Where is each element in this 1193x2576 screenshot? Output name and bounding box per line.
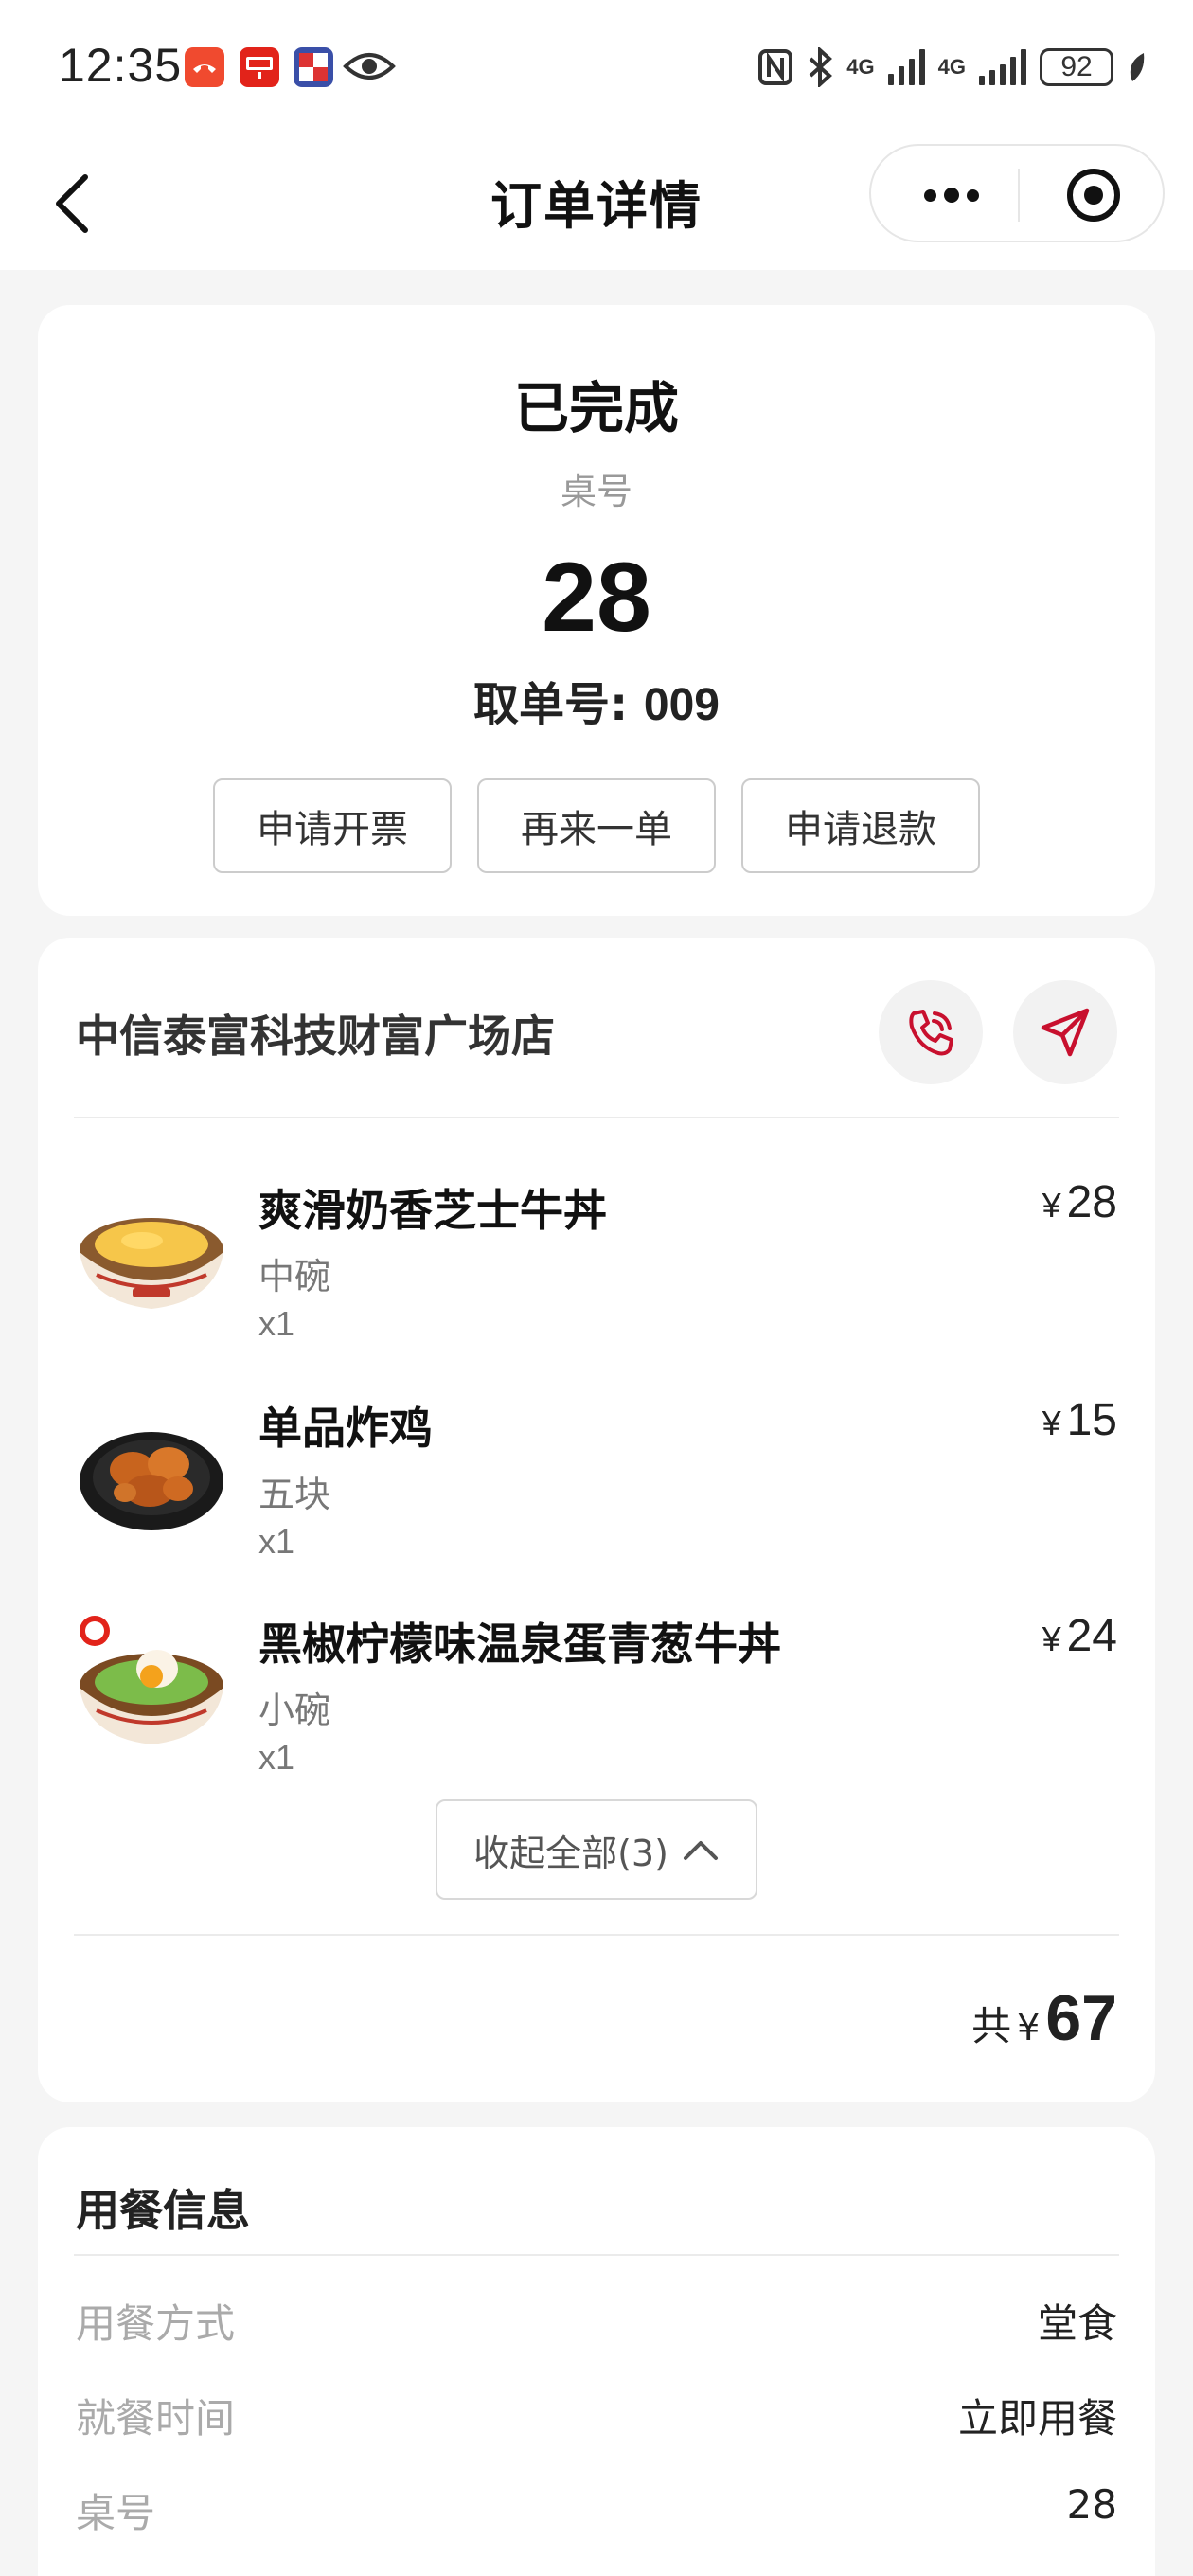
info-row-dining-time: 就餐时间 立即用餐 (76, 2387, 1117, 2443)
collapse-label: 收起全部(3) (473, 1832, 668, 1874)
network-label-1: 4G (846, 55, 875, 79)
order-status-card: 已完成 桌号 28 取单号: 009 申请开票 再来一单 申请退款 (38, 305, 1155, 916)
pickup-number: 取单号: 009 (38, 667, 1155, 733)
item-spec: 小碗 (258, 1690, 331, 1731)
total-currency: ¥ (1017, 2007, 1041, 2048)
nav-bar: 订单详情 (0, 137, 1193, 270)
reorder-button[interactable]: 再来一单 (477, 778, 716, 873)
currency-symbol: ¥ (1042, 1404, 1061, 1442)
divider (74, 1934, 1119, 1936)
order-item: 单品炸鸡 五块 x1 ¥15 (38, 1394, 1155, 1602)
dining-info-title: 用餐信息 (76, 2185, 250, 2236)
order-detail-card: 中信泰富科技财富广场店 爽滑奶香芝士牛丼 中碗 x1 ¥28 单品炸鸡 五块 x… (38, 938, 1155, 2102)
eye-icon (343, 47, 396, 85)
fried-chicken-image (76, 1394, 227, 1546)
target-close-icon (1067, 169, 1120, 222)
item-price-value: 28 (1066, 1177, 1117, 1227)
info-key: 用餐方式 (76, 2300, 236, 2347)
item-price-value: 15 (1066, 1395, 1117, 1445)
status-time: 12:35 (59, 39, 183, 92)
nfc-icon (758, 49, 793, 85)
divider (74, 1117, 1119, 1118)
info-row-table-number: 桌号 28 (76, 2481, 1117, 2538)
capsule-divider (1018, 169, 1020, 222)
cheese-beef-bowl-image (76, 1176, 227, 1328)
order-state: 已完成 (513, 376, 679, 440)
call-store-button[interactable] (879, 980, 983, 1084)
signal-icon-1 (887, 49, 925, 85)
order-total: 共 ¥ 67 (971, 1981, 1117, 2055)
item-quantity: x1 (258, 1304, 295, 1343)
table-label: 桌号 (560, 471, 632, 512)
item-name: 单品炸鸡 (258, 1403, 433, 1454)
battery-level: 92 (1060, 51, 1093, 82)
info-value: 立即用餐 (957, 2395, 1117, 2442)
divider (74, 2254, 1119, 2256)
info-key: 桌号 (76, 2490, 156, 2536)
total-label: 共 (971, 2003, 1012, 2049)
info-value: 堂食 (1037, 2300, 1117, 2347)
request-invoice-button[interactable]: 申请开票 (213, 778, 452, 873)
more-button[interactable] (914, 165, 989, 225)
status-bar: 12:35 4G 4G 92 (0, 0, 1193, 137)
chevron-up-icon (683, 1841, 718, 1860)
news-app-icon (240, 47, 279, 87)
onsen-egg-beef-bowl-image (76, 1610, 227, 1762)
item-quantity: x1 (258, 1522, 295, 1561)
item-spec: 五块 (258, 1474, 331, 1515)
item-name: 爽滑奶香芝士牛丼 (258, 1185, 607, 1236)
info-row-dining-method: 用餐方式 堂食 (76, 2292, 1117, 2349)
bluetooth-icon (809, 47, 833, 87)
order-item: 黑椒柠檬味温泉蛋青葱牛丼 小碗 x1 ¥24 (38, 1610, 1155, 1818)
total-value: 67 (1045, 1982, 1117, 2054)
network-label-2: 4G (937, 55, 966, 79)
table-number: 28 (542, 543, 651, 653)
battery-icon: 92 (1040, 48, 1113, 86)
signal-icon-2 (979, 49, 1026, 85)
item-price: ¥15 (1042, 1394, 1117, 1446)
more-dots-icon (924, 188, 936, 202)
info-value: 28 (1066, 2481, 1117, 2528)
missed-call-icon (185, 47, 224, 87)
item-spec: 中碗 (258, 1256, 331, 1297)
pickup-label: 取单号: (472, 678, 644, 731)
pickup-value: 009 (643, 680, 720, 730)
dining-info-card: 用餐信息 用餐方式 堂食 就餐时间 立即用餐 桌号 28 (38, 2127, 1155, 2576)
charging-leaf-icon (1130, 53, 1145, 81)
order-item: 爽滑奶香芝士牛丼 中碗 x1 ¥28 (38, 1176, 1155, 1385)
currency-symbol: ¥ (1042, 1186, 1061, 1225)
navigation-arrow-icon (1041, 1008, 1090, 1057)
store-name: 中信泰富科技财富广场店 (76, 1011, 555, 1062)
close-miniprogram-button[interactable] (1065, 167, 1122, 224)
miniprogram-capsule (869, 144, 1165, 242)
request-refund-button[interactable]: 申请退款 (741, 778, 980, 873)
currency-symbol: ¥ (1042, 1619, 1061, 1658)
game-app-icon (294, 47, 333, 87)
info-key: 就餐时间 (76, 2395, 236, 2442)
collapse-items-button[interactable]: 收起全部(3) (436, 1799, 757, 1900)
navigate-store-button[interactable] (1013, 980, 1117, 1084)
item-price-value: 24 (1066, 1611, 1117, 1661)
item-price: ¥28 (1042, 1176, 1117, 1228)
phone-icon (909, 1010, 953, 1056)
item-price: ¥24 (1042, 1610, 1117, 1662)
item-quantity: x1 (258, 1738, 295, 1777)
status-right-group: 4G 4G 92 (757, 44, 1148, 91)
item-name: 黑椒柠檬味温泉蛋青葱牛丼 (258, 1619, 781, 1670)
